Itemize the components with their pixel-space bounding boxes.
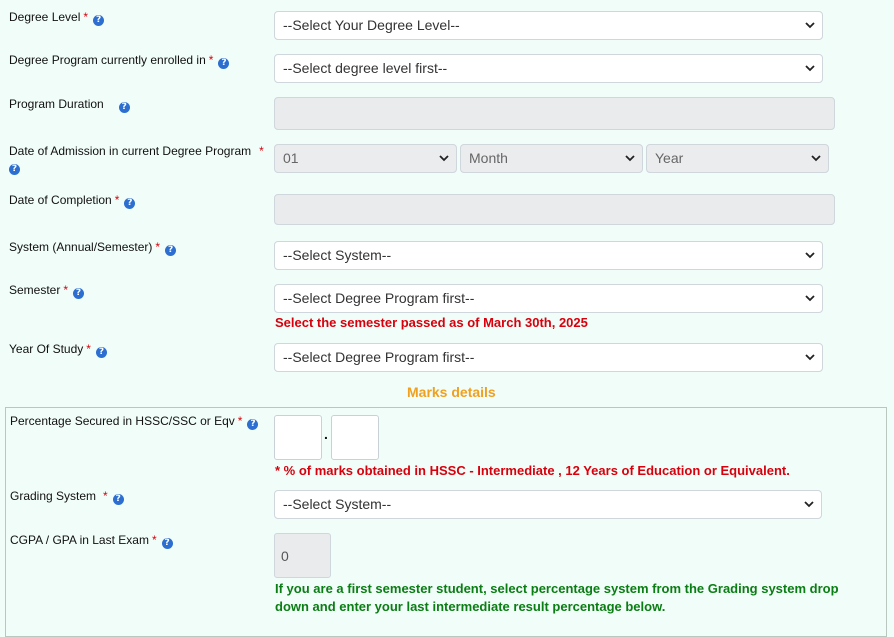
help-icon[interactable]: ? [93, 15, 105, 26]
help-icon[interactable]: ? [73, 288, 85, 299]
required-asterisk: * [151, 533, 157, 547]
degree-program-select[interactable]: --Select degree level first-- [274, 54, 823, 83]
system-label: System (Annual/Semester) *? [9, 240, 177, 256]
admission-date-label: Date of Admission in current Degree Prog… [9, 144, 264, 175]
chevron-down-icon [811, 155, 821, 162]
cgpa-input[interactable]: 0 [274, 533, 331, 578]
program-duration-field [274, 97, 835, 130]
required-asterisk: * [208, 53, 214, 67]
admission-day-select[interactable]: 01 [274, 144, 457, 173]
grading-system-label: Grading System *? [10, 489, 124, 505]
degree-level-label: Degree Level *? [9, 10, 105, 26]
completion-date-label: Date of Completion *? [9, 193, 136, 209]
decimal-separator: . [324, 426, 328, 442]
required-asterisk: * [86, 342, 91, 356]
admission-year-select[interactable]: Year [646, 144, 829, 173]
help-icon[interactable]: ? [95, 347, 107, 358]
required-asterisk: * [237, 414, 243, 428]
help-icon[interactable]: ? [118, 102, 130, 113]
degree-level-select[interactable]: --Select Your Degree Level-- [274, 11, 823, 40]
grading-system-select[interactable]: --Select System-- [274, 490, 822, 519]
required-asterisk: * [259, 144, 264, 158]
help-icon[interactable]: ? [165, 245, 177, 256]
semester-select[interactable]: --Select Degree Program first-- [274, 284, 823, 313]
required-asterisk: * [103, 489, 108, 503]
percentage-integer-input[interactable] [274, 415, 322, 460]
marks-details-heading: Marks details [407, 384, 496, 400]
percentage-decimal-input[interactable] [331, 415, 379, 460]
admission-month-select[interactable]: Month [460, 144, 643, 173]
required-asterisk: * [63, 283, 69, 297]
percentage-note: * % of marks obtained in HSSC - Intermed… [275, 463, 790, 478]
required-asterisk: * [114, 193, 120, 207]
completion-date-field [274, 194, 835, 225]
help-icon[interactable]: ? [124, 198, 136, 209]
percentage-label: Percentage Secured in HSSC/SSC or Eqv *? [10, 414, 259, 430]
help-icon[interactable]: ? [161, 538, 173, 549]
semester-note: Select the semester passed as of March 3… [275, 315, 588, 330]
semester-label: Semester *? [9, 283, 85, 299]
cgpa-note-line2: down and enter your last intermediate re… [275, 599, 666, 614]
chevron-down-icon [625, 155, 635, 162]
help-icon[interactable]: ? [9, 164, 20, 175]
cgpa-label: CGPA / GPA in Last Exam *? [10, 533, 173, 549]
chevron-down-icon [804, 501, 814, 508]
chevron-down-icon [805, 22, 815, 29]
required-asterisk: * [155, 240, 161, 254]
system-select[interactable]: --Select System-- [274, 241, 823, 270]
chevron-down-icon [805, 354, 815, 361]
help-icon[interactable]: ? [218, 58, 230, 69]
chevron-down-icon [805, 252, 815, 259]
chevron-down-icon [805, 65, 815, 72]
chevron-down-icon [805, 295, 815, 302]
help-icon[interactable]: ? [112, 494, 124, 505]
cgpa-note-line1: If you are a first semester student, sel… [275, 581, 839, 596]
help-icon[interactable]: ? [247, 419, 259, 430]
required-asterisk: * [83, 10, 89, 24]
year-of-study-label: Year Of Study *? [9, 342, 107, 358]
year-of-study-select[interactable]: --Select Degree Program first-- [274, 343, 823, 372]
chevron-down-icon [439, 155, 449, 162]
program-duration-label: Program Duration? [9, 97, 130, 113]
degree-program-label: Degree Program currently enrolled in *? [9, 53, 230, 69]
